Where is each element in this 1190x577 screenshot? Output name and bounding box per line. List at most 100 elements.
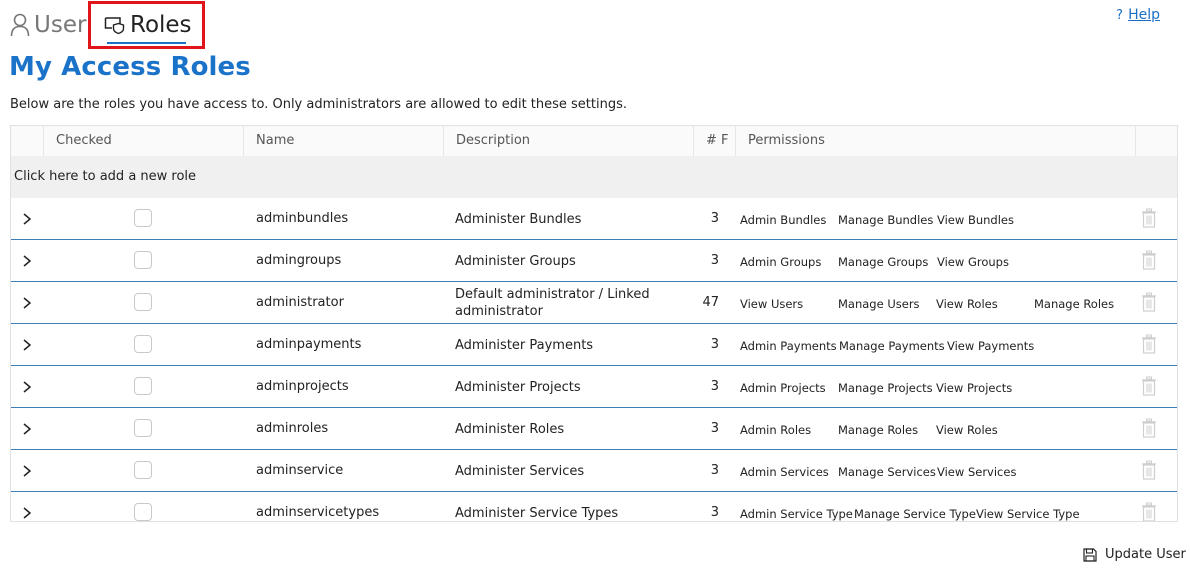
row-checkbox[interactable] [134, 377, 152, 395]
permission-count: 3 [710, 379, 719, 394]
table-row[interactable]: adminservicetypes Administer Service Type… [11, 492, 1177, 522]
help-icon: ? [1116, 7, 1124, 23]
role-name: administrator [256, 295, 344, 310]
table-row[interactable]: adminprojects Administer Projects 3 Admin P… [11, 366, 1177, 408]
permission-count: 3 [710, 211, 719, 226]
permission-count: 3 [710, 421, 719, 436]
expand-chevron-icon[interactable] [21, 295, 33, 311]
role-description: Administer Service Types [455, 506, 619, 521]
header-actions [1135, 126, 1177, 156]
role-name: adminservicetypes [256, 505, 380, 520]
delete-trash-icon[interactable] [1141, 334, 1157, 354]
header-name[interactable]: Name [243, 126, 443, 156]
delete-trash-icon[interactable] [1141, 292, 1157, 312]
row-checkbox[interactable] [134, 461, 152, 479]
expand-chevron-icon[interactable] [21, 463, 33, 479]
permission-chip: Admin Payments [740, 339, 837, 353]
table-row[interactable]: adminservice Administer Services 3 Admin Se… [11, 450, 1177, 492]
delete-trash-icon[interactable] [1141, 376, 1157, 396]
expand-chevron-icon[interactable] [21, 379, 33, 395]
help-label: Help [1128, 7, 1160, 23]
table-row[interactable]: adminbundles Administer Bundles 3 Admin Bun… [11, 198, 1177, 240]
permission-chip: Manage Service Type [854, 507, 976, 521]
permission-count: 3 [710, 253, 719, 268]
delete-trash-icon[interactable] [1141, 502, 1157, 522]
row-checkbox[interactable] [134, 209, 152, 227]
table-row[interactable]: admingroups Administer Groups 3 Admin Group… [11, 240, 1177, 282]
permission-chip: View Projects [936, 381, 1013, 395]
permission-chip: Manage Projects [838, 381, 933, 395]
header-permissions[interactable]: Permissions [735, 126, 1135, 156]
header-description[interactable]: Description [443, 126, 693, 156]
role-name: adminbundles [256, 211, 349, 226]
expand-chevron-icon[interactable] [21, 421, 33, 437]
user-icon [10, 13, 30, 37]
permission-chip: Admin Services [740, 465, 829, 479]
tab-roles[interactable]: Roles [104, 8, 192, 42]
role-description: Administer Payments [455, 338, 594, 353]
delete-trash-icon[interactable] [1141, 208, 1157, 228]
permission-chip: View Users [740, 297, 804, 311]
permission-count: 3 [710, 337, 719, 352]
permission-chip: Manage Roles [838, 423, 919, 437]
table-row[interactable]: adminroles Administer Roles 3 Admin Roles Ma… [11, 408, 1177, 450]
permission-count: 47 [702, 295, 719, 310]
add-role-label[interactable]: Click here to add a new role [14, 169, 196, 184]
permission-chip: View Roles [936, 423, 998, 437]
table-row[interactable]: administrator Default administrator / Lin… [11, 282, 1177, 324]
role-description: Default administrator / Linked administr… [455, 287, 650, 319]
header-count[interactable]: # F [693, 126, 735, 156]
table-row[interactable]: adminpayments Administer Payments 3 Admin P… [11, 324, 1177, 366]
role-description: Administer Groups [455, 254, 576, 269]
row-checkbox[interactable] [134, 503, 152, 521]
add-role-row[interactable]: Click here to add a new role [11, 156, 1177, 199]
permission-chip: Manage Services [838, 465, 936, 479]
tab-roles-label: Roles [130, 12, 192, 38]
permission-chip: Manage Payments [839, 339, 945, 353]
role-description: Administer Bundles [455, 212, 582, 227]
permission-chip: Admin Roles [740, 423, 812, 437]
expand-chevron-icon[interactable] [21, 337, 33, 353]
tab-user[interactable]: User [10, 8, 86, 42]
table-header: Checked Name Description # F Permissions [11, 126, 1177, 157]
update-user-button[interactable]: Update User [1083, 547, 1186, 562]
role-name: adminservice [256, 463, 344, 478]
permission-chip: View Service Type [976, 507, 1080, 521]
delete-trash-icon[interactable] [1141, 250, 1157, 270]
role-description: Administer Roles [455, 422, 565, 437]
permission-chip: Manage Groups [838, 255, 929, 269]
role-description: Administer Projects [455, 380, 581, 395]
permission-chip: View Groups [937, 255, 1009, 269]
active-tab-indicator [107, 42, 186, 44]
row-checkbox[interactable] [134, 251, 152, 269]
header-checked[interactable]: Checked [43, 126, 243, 156]
tab-user-label: User [34, 12, 87, 38]
permission-chip: Admin Groups [740, 255, 822, 269]
page-description: Below are the roles you have access to. … [10, 97, 628, 112]
expand-chevron-icon[interactable] [21, 505, 33, 521]
role-description: Administer Services [455, 464, 585, 479]
permission-chip: Admin Bundles [740, 213, 827, 227]
delete-trash-icon[interactable] [1141, 460, 1157, 480]
row-checkbox[interactable] [134, 419, 152, 437]
delete-trash-icon[interactable] [1141, 418, 1157, 438]
permission-chip: Admin Service Type [740, 507, 853, 521]
role-name: adminprojects [256, 379, 349, 394]
header-expander [11, 126, 43, 156]
expand-chevron-icon[interactable] [21, 211, 33, 227]
permission-chip: View Bundles [937, 213, 1014, 227]
role-name: admingroups [256, 253, 342, 268]
help-link[interactable]: ? Help [1116, 7, 1160, 23]
row-checkbox[interactable] [134, 335, 152, 353]
page-title: My Access Roles [9, 52, 251, 82]
permission-chip: Manage Bundles [838, 213, 934, 227]
permission-count: 3 [710, 505, 719, 520]
role-name: adminroles [256, 421, 329, 436]
permission-chip: Admin Projects [740, 381, 826, 395]
row-checkbox[interactable] [134, 293, 152, 311]
permission-count: 3 [710, 463, 719, 478]
expand-chevron-icon[interactable] [21, 253, 33, 269]
permission-chip: Manage Roles [1034, 297, 1115, 311]
permission-chip: View Services [937, 465, 1017, 479]
permission-chip: Manage Users [838, 297, 920, 311]
